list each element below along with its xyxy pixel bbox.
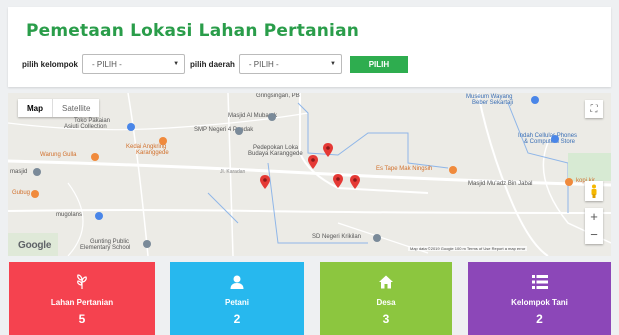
location-pin-icon[interactable]	[323, 143, 333, 157]
location-pin-icon[interactable]	[260, 175, 270, 189]
leaf-icon	[75, 274, 89, 290]
stat-card-desa[interactable]: Desa 3	[320, 262, 452, 335]
school-icon	[373, 234, 381, 242]
kelompok-label: pilih kelompok	[22, 59, 79, 69]
place-label: SMP Negeri 4 Pandak	[194, 127, 254, 133]
place-label: Beber Sekartaji	[472, 100, 514, 106]
map-type-satellite-button[interactable]: Satellite	[52, 99, 99, 117]
place-label: Karanggede	[136, 150, 169, 156]
stat-card-count: 5	[78, 312, 86, 326]
shop-icon	[127, 123, 135, 131]
stat-card-label: Kelompok Tani	[511, 298, 568, 307]
submit-button[interactable]: PILIH	[349, 55, 408, 73]
restaurant-icon	[159, 137, 167, 145]
restaurant-icon	[91, 153, 99, 161]
daerah-select-value: - PILIH -	[248, 59, 279, 69]
stat-card-count: 3	[382, 312, 390, 326]
place-label: Budaya Karanggede	[248, 151, 303, 157]
school-icon	[235, 127, 243, 135]
map-view[interactable]: Map Satellite ⛶ Gringsingan, PB Museum W…	[8, 93, 611, 256]
shop-icon	[95, 212, 103, 220]
daerah-label: pilih daerah	[190, 59, 235, 69]
filter-row: pilih kelompok - PILIH - ▼ pilih daerah …	[22, 53, 408, 75]
school-icon	[143, 240, 151, 248]
zoom-control: + −	[585, 208, 603, 244]
stat-card-count: 2	[233, 312, 241, 326]
place-label: Warung Gulla	[40, 152, 77, 158]
fullscreen-icon[interactable]: ⛶	[585, 100, 603, 118]
restaurant-icon	[31, 190, 39, 198]
pegman-icon[interactable]	[585, 181, 603, 201]
restaurant-icon	[449, 166, 457, 174]
kelompok-select[interactable]: - PILIH - ▼	[82, 54, 186, 74]
stat-card-petani[interactable]: Petani 2	[170, 262, 304, 335]
shop-icon	[551, 135, 559, 143]
museum-icon	[531, 96, 539, 104]
stat-cards: Lahan Pertanian 5 Petani 2 Desa 3 Kelomp…	[9, 262, 611, 335]
location-pin-icon[interactable]	[333, 174, 343, 188]
stat-card-lahan-pertanian[interactable]: Lahan Pertanian 5	[9, 262, 155, 335]
stat-card-kelompok-tani[interactable]: Kelompok Tani 2	[468, 262, 611, 335]
filter-panel: Pemetaan Lokasi Lahan Pertanian pilih ke…	[8, 7, 611, 87]
stat-card-count: 2	[536, 312, 543, 326]
location-pin-icon[interactable]	[350, 175, 360, 189]
mosque-icon	[268, 113, 276, 121]
place-label: masjid	[10, 169, 28, 175]
place-label: Gubug	[12, 190, 31, 196]
stat-card-label: Desa	[376, 298, 396, 307]
location-pin-icon[interactable]	[308, 155, 318, 169]
place-label: Elementary School	[80, 245, 131, 251]
place-label: Gringsingan, PB	[256, 93, 300, 99]
page-title: Pemetaan Lokasi Lahan Pertanian	[26, 21, 360, 41]
chevron-down-icon: ▼	[329, 61, 336, 67]
place-label: Asiuti Collection	[64, 124, 107, 130]
user-icon	[229, 274, 245, 290]
daerah-select[interactable]: - PILIH - ▼	[238, 54, 342, 74]
kelompok-select-value: - PILIH -	[92, 59, 122, 69]
list-icon	[531, 274, 548, 290]
map-type-map-button[interactable]: Map	[18, 99, 52, 117]
map-type-control: Map Satellite	[18, 99, 100, 117]
place-label: Es Tape Mak Ningsih	[376, 166, 433, 172]
restaurant-icon	[565, 178, 573, 186]
stat-card-label: Petani	[224, 298, 249, 307]
place-label: mugolans	[56, 212, 83, 218]
google-logo: Google	[18, 240, 52, 251]
stat-card-label: Lahan Pertanian	[50, 298, 114, 307]
place-label: SD Negeri Krikilan	[312, 234, 362, 240]
zoom-out-button[interactable]: −	[590, 228, 598, 242]
chevron-down-icon: ▼	[173, 61, 180, 67]
home-icon	[378, 274, 394, 290]
mosque-icon	[33, 168, 41, 176]
zoom-in-button[interactable]: +	[590, 210, 598, 224]
place-label: Masjid Mu'adz Bin Jabal	[468, 181, 533, 187]
map-attribution[interactable]: Map data ©2019 Google 100 m Terms of Use…	[408, 246, 528, 251]
road-label: Jl. Karadan	[220, 169, 246, 175]
